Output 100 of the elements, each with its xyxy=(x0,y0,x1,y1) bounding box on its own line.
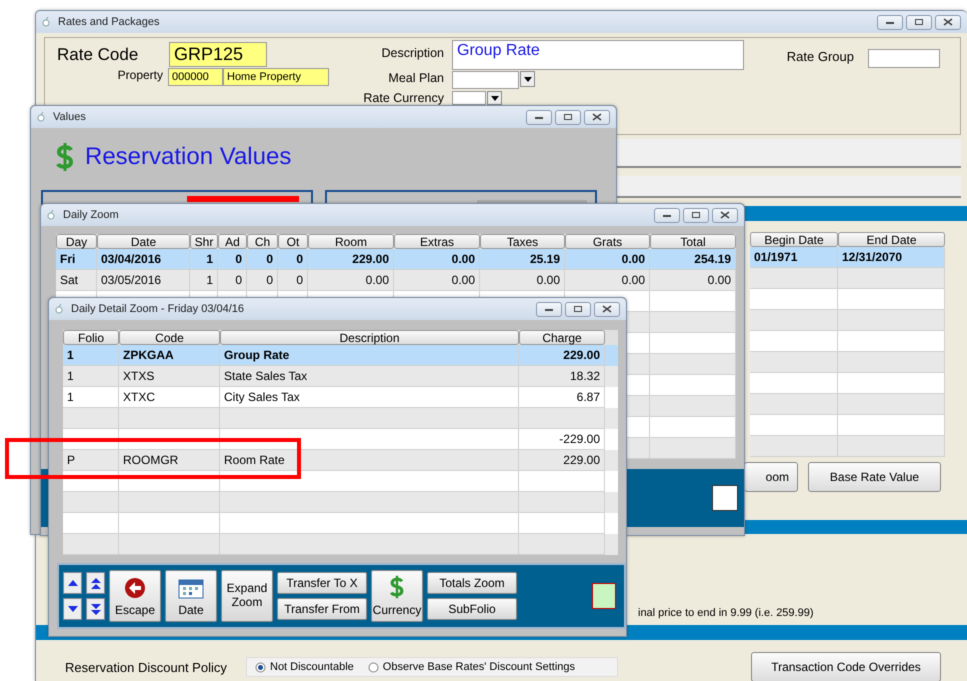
toolbar-button[interactable]: Totals Zoom xyxy=(427,572,517,594)
column-header[interactable]: Day xyxy=(56,234,97,249)
close-button[interactable] xyxy=(594,302,620,316)
description-field[interactable]: Group Rate xyxy=(452,40,744,70)
property-name-field[interactable]: Home Property xyxy=(223,68,329,86)
column-header[interactable]: Room xyxy=(308,234,394,249)
table-row[interactable]: P ROOMGR Room Rate 229.00 xyxy=(63,450,618,471)
maximize-icon xyxy=(563,113,573,121)
table-row[interactable]: 01/1971 12/31/2070 xyxy=(750,246,945,268)
rate-group-label: Rate Group xyxy=(786,49,855,64)
column-header[interactable]: Grats xyxy=(565,234,650,249)
minimize-icon xyxy=(534,114,544,120)
maximize-icon xyxy=(691,211,701,219)
rate-button[interactable]: oom xyxy=(744,462,798,492)
page-down-button[interactable] xyxy=(86,598,105,620)
up-arrow-icon xyxy=(68,580,78,586)
minimize-icon xyxy=(885,19,895,25)
page-up-button[interactable] xyxy=(86,572,105,594)
maximize-button[interactable] xyxy=(906,14,932,30)
radio-icon[interactable] xyxy=(255,662,266,672)
minimize-button[interactable] xyxy=(654,208,680,222)
maximize-icon xyxy=(573,305,583,313)
table-row[interactable] xyxy=(63,471,618,492)
column-header[interactable]: Ot xyxy=(278,234,308,249)
app-icon xyxy=(55,304,63,314)
close-button[interactable] xyxy=(935,14,961,30)
column-header[interactable]: Date xyxy=(97,234,190,249)
toolbar-button[interactable]: Escape xyxy=(109,570,161,622)
window-title: Values xyxy=(53,111,86,123)
column-header[interactable]: Ch xyxy=(247,234,278,249)
meal-plan-label: Meal Plan xyxy=(387,71,445,86)
app-icon xyxy=(47,210,55,220)
radio-option[interactable]: Not Discountable xyxy=(255,661,354,673)
status-box xyxy=(592,583,616,609)
minimize-icon xyxy=(662,212,672,218)
rate-code-label: Rate Code xyxy=(57,44,140,64)
column-header[interactable]: Taxes xyxy=(480,234,565,249)
dollar-icon xyxy=(389,575,405,599)
property-code-field[interactable]: 000000 xyxy=(168,68,223,86)
column-header[interactable]: Folio xyxy=(63,330,119,345)
rate-code-field[interactable]: GRP125 xyxy=(169,42,267,67)
minimize-icon xyxy=(544,306,554,312)
window-title: Rates and Packages xyxy=(58,16,160,28)
minimize-button[interactable] xyxy=(536,302,562,316)
radio-icon[interactable] xyxy=(368,662,379,672)
toolbar-button[interactable]: Transfer To X xyxy=(277,572,367,594)
app-icon xyxy=(37,112,45,122)
table-row[interactable]: Sat 03/05/2016 1 0 0 0 0.00 0.00 0.00 0.00 0.00 xyxy=(56,270,736,291)
column-header[interactable]: Extras xyxy=(394,234,480,249)
values-heading: Reservation Values xyxy=(85,143,292,171)
up-button[interactable] xyxy=(63,572,82,594)
column-header[interactable]: Total xyxy=(650,234,736,249)
column-header[interactable]: Charge xyxy=(519,330,605,345)
rate-group-field[interactable] xyxy=(868,49,940,68)
column-header[interactable]: Code xyxy=(119,330,220,345)
minimize-button[interactable] xyxy=(526,110,552,124)
close-icon xyxy=(602,305,612,313)
table-row[interactable]: Fri 03/04/2016 1 0 0 0 229.00 0.00 25.19 0.00 254.19 xyxy=(56,249,736,270)
column-header[interactable]: End Date xyxy=(838,232,945,247)
window-title: Daily Zoom xyxy=(63,209,119,221)
caret-icon xyxy=(490,96,498,100)
toolbar-button[interactable]: SubFolio xyxy=(427,598,517,620)
close-button[interactable] xyxy=(712,208,738,222)
toolbar-button[interactable]: Transfer From xyxy=(277,598,367,620)
table-cell xyxy=(63,534,119,555)
radio-label: Not Discountable xyxy=(270,661,354,673)
column-header[interactable]: Description xyxy=(220,330,519,345)
column-header[interactable]: Begin Date xyxy=(750,232,838,247)
table-row[interactable]: 1 XTXC City Sales Tax 6.87 xyxy=(63,387,618,408)
toolbar-button[interactable]: Currency xyxy=(371,570,423,622)
down-button[interactable] xyxy=(63,598,82,620)
app-icon xyxy=(42,17,50,27)
transaction-code-overrides-button[interactable]: Transaction Code Overrides xyxy=(751,652,941,681)
table-row[interactable]: 1 XTXS State Sales Tax 18.32 xyxy=(63,366,618,387)
property-label: Property xyxy=(116,68,164,82)
discount-policy-label: Reservation Discount Policy xyxy=(65,660,228,674)
dollar-icon xyxy=(55,142,75,172)
indicator-box xyxy=(712,485,738,511)
minimize-button[interactable] xyxy=(877,14,903,30)
maximize-icon xyxy=(914,18,924,26)
down-arrow-icon xyxy=(68,606,78,612)
table-row[interactable]: 1 ZPKGAA Group Rate 229.00 xyxy=(63,345,618,366)
maximize-button[interactable] xyxy=(683,208,709,222)
close-icon xyxy=(592,113,602,121)
column-header[interactable]: Shr xyxy=(190,234,218,249)
caret-icon xyxy=(524,76,532,82)
rounding-note: inal price to end in 9.99 (i.e. 259.99) xyxy=(638,607,814,620)
rate-button[interactable]: Base Rate Value xyxy=(808,462,941,492)
maximize-button[interactable] xyxy=(555,110,581,124)
table-row[interactable]: -229.00 xyxy=(63,429,618,450)
toolbar-button[interactable]: Expand Zoom xyxy=(221,570,273,622)
close-button[interactable] xyxy=(584,110,610,124)
rate-currency-dropdown[interactable] xyxy=(452,91,502,105)
maximize-button[interactable] xyxy=(565,302,591,316)
column-header[interactable]: Ad xyxy=(218,234,247,249)
double-down-arrow-icon xyxy=(90,604,100,614)
close-icon xyxy=(720,211,730,219)
description-label: Description xyxy=(380,45,445,61)
calendar-icon xyxy=(178,577,204,599)
toolbar-button[interactable]: Date xyxy=(165,570,217,622)
